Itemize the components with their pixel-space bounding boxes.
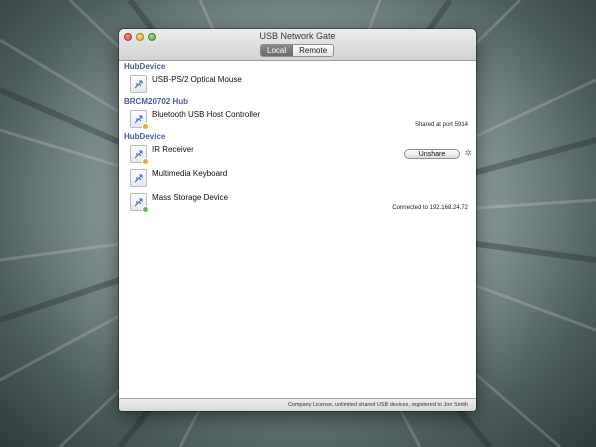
device-status: Shared at port 5914	[414, 122, 468, 128]
device-name: Bluetooth USB Host Controller	[152, 110, 261, 119]
group-header-brcm: BRCM20702 Hub	[124, 97, 189, 106]
usb-device-icon	[130, 193, 149, 213]
connected-status-dot-icon	[142, 206, 149, 213]
device-row[interactable]: Multimedia Keyboard	[119, 166, 476, 190]
device-row[interactable]: USB-PS/2 Optical Mouse	[119, 72, 476, 96]
tab-local[interactable]: Local	[261, 45, 294, 56]
tab-remote[interactable]: Remote	[293, 45, 334, 56]
title-bar[interactable]: USB Network Gate Local Remote	[119, 29, 476, 61]
device-row[interactable]: Bluetooth USB Host Controller Shared at …	[119, 107, 476, 131]
window-title: USB Network Gate	[259, 31, 336, 41]
device-status: Connected to 192.168.24.72	[392, 205, 468, 211]
tab-switcher: Local Remote	[260, 44, 335, 57]
group-header-hubdevice: HubDevice	[124, 62, 166, 71]
device-row[interactable]: Mass Storage Device Connected to 192.168…	[119, 190, 476, 214]
usb-device-icon	[130, 75, 147, 93]
usb-device-icon	[130, 169, 147, 187]
unshare-button[interactable]: Unshare	[404, 149, 460, 159]
shared-status-dot-icon	[142, 158, 149, 165]
device-list: HubDevice USB-PS/2 Optical Mouse BRCM207…	[119, 61, 476, 214]
gear-icon[interactable]: ✲	[464, 148, 472, 158]
device-row[interactable]: IR Receiver Unshare ✲	[119, 142, 476, 166]
device-name: USB-PS/2 Optical Mouse	[152, 75, 242, 84]
app-window: USB Network Gate Local Remote HubDevice …	[119, 29, 476, 411]
shared-status-dot-icon	[142, 123, 149, 130]
usb-device-icon	[130, 110, 149, 130]
device-name: Mass Storage Device	[152, 193, 229, 202]
group-header-hubdevice: HubDevice	[124, 132, 166, 141]
device-name: Multimedia Keyboard	[152, 169, 228, 178]
usb-device-icon	[130, 145, 149, 165]
license-status-bar: Company License, unlimited shared USB de…	[119, 398, 476, 411]
device-name: IR Receiver	[152, 145, 194, 154]
